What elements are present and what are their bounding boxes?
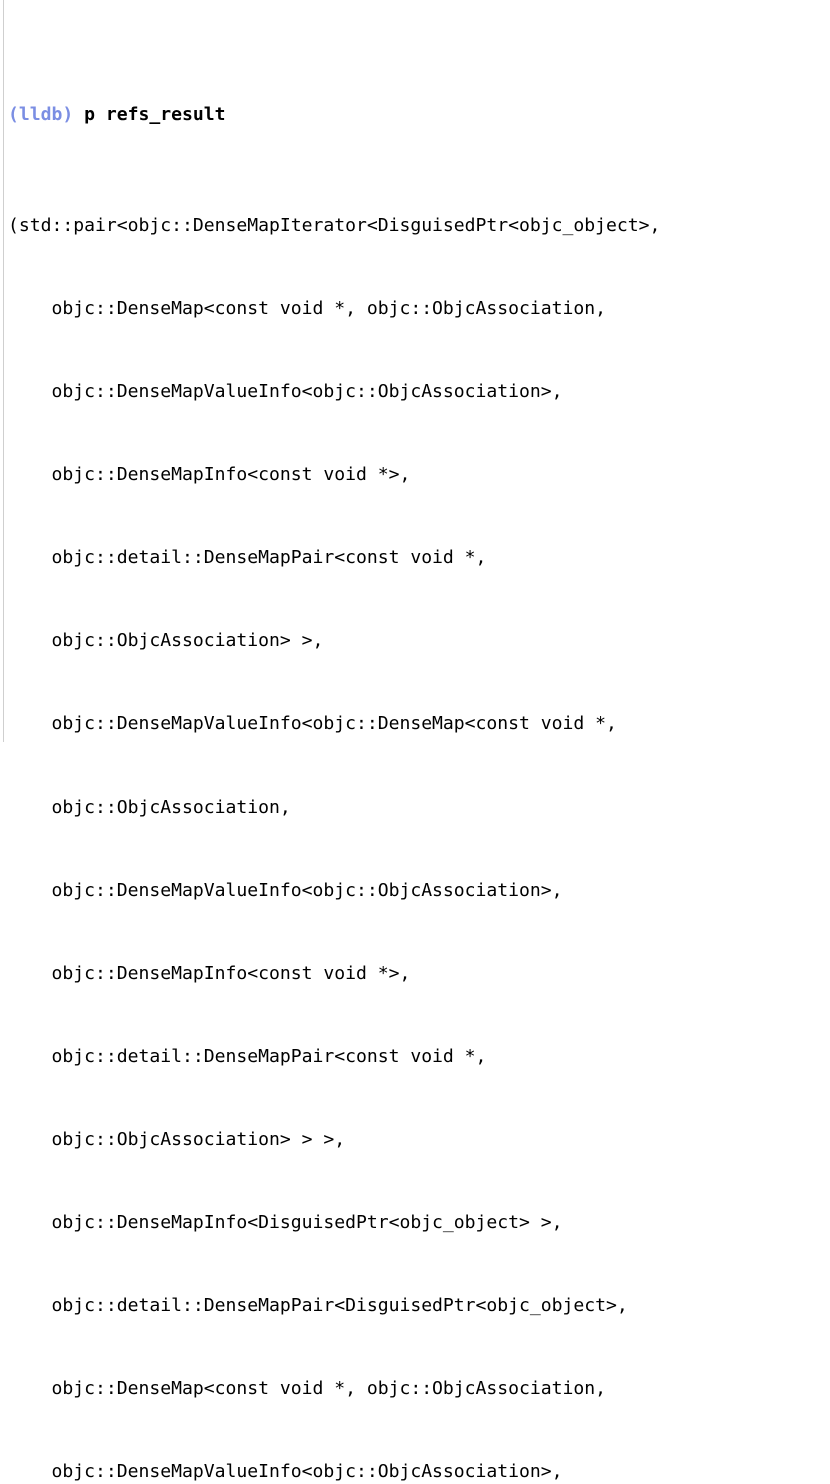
output-line: objc::ObjcAssociation> >, xyxy=(8,630,324,652)
output-line: objc::DenseMapValueInfo<objc::ObjcAssoci… xyxy=(8,381,563,403)
output-line: objc::detail::DenseMapPair<DisguisedPtr<… xyxy=(8,1295,628,1317)
output-line: objc::ObjcAssociation> > >, xyxy=(8,1128,346,1150)
console-output-area[interactable]: (lldb) p refs_result (std::pair<objc::De… xyxy=(8,18,830,1484)
output-line: objc::DenseMapInfo<DisguisedPtr<objc_obj… xyxy=(8,1212,563,1234)
lldb-console[interactable]: (lldb) p refs_result (std::pair<objc::De… xyxy=(0,0,830,1482)
output-line: objc::DenseMapValueInfo<objc::ObjcAssoci… xyxy=(8,879,563,901)
output-line: objc::DenseMap<const void *, objc::ObjcA… xyxy=(8,298,607,319)
lldb-command-text: p refs_result xyxy=(73,104,226,126)
output-line: objc::DenseMap<const void *, objc::ObjcA… xyxy=(8,1378,607,1400)
output-line: (std::pair<objc::DenseMapIterator<Disgui… xyxy=(8,214,661,236)
lldb-prompt-label: (lldb) xyxy=(8,104,74,126)
output-line: objc::DenseMapValueInfo<objc::ObjcAssoci… xyxy=(8,1461,563,1483)
output-line: objc::DenseMapValueInfo<objc::DenseMap<c… xyxy=(8,713,617,735)
left-edge-rule xyxy=(3,0,4,742)
output-line: objc::ObjcAssociation, xyxy=(8,796,291,818)
output-line: objc::detail::DenseMapPair<const void *, xyxy=(8,1045,487,1067)
output-line: objc::DenseMapInfo<const void *>, xyxy=(8,962,411,984)
prompt-line: (lldb) p refs_result xyxy=(8,101,830,129)
output-line: objc::detail::DenseMapPair<const void *, xyxy=(8,547,487,569)
output-line: objc::DenseMapInfo<const void *>, xyxy=(8,464,411,486)
